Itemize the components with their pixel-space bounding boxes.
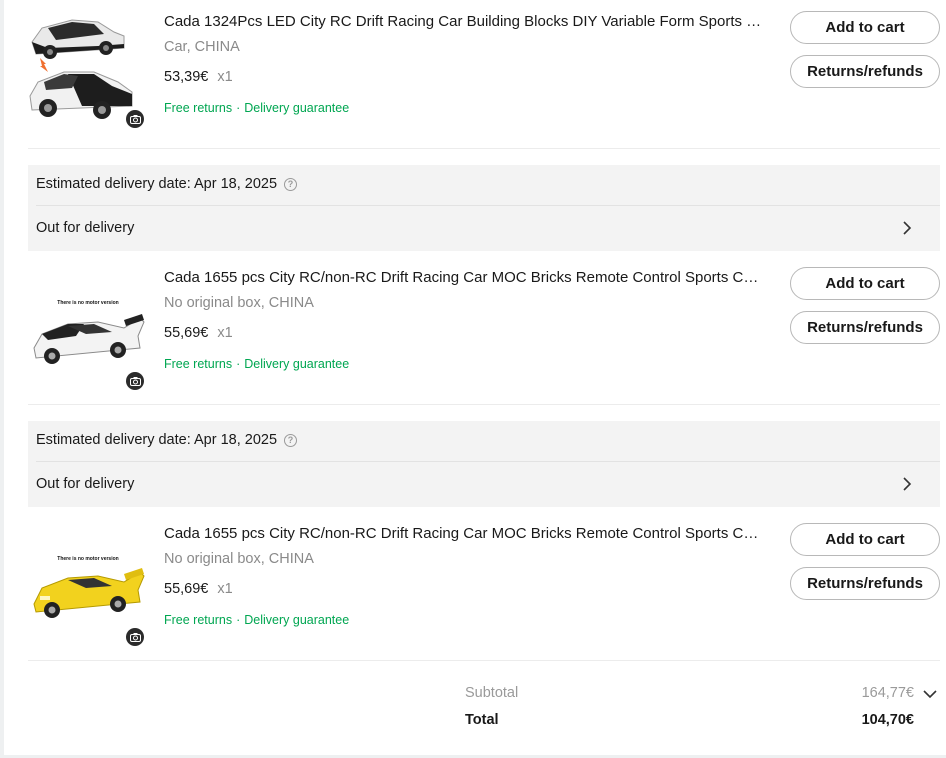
free-returns-label: Free returns <box>164 357 233 371</box>
add-to-cart-button[interactable]: Add to cart <box>790 11 940 44</box>
product-quantity: x1 <box>217 69 233 85</box>
left-rail <box>0 0 4 758</box>
perks: Free returns · Delivery guarantee <box>164 101 349 115</box>
add-to-cart-button[interactable]: Add to cart <box>790 523 940 556</box>
product-quantity: x1 <box>217 581 233 597</box>
returns-refunds-button[interactable]: Returns/refunds <box>790 55 940 88</box>
subtotal-label: Subtotal <box>465 685 519 701</box>
product-thumbnail[interactable]: There is no motor version <box>28 262 148 390</box>
delivery-separator <box>36 461 940 462</box>
estimated-delivery-label: Estimated delivery date: Apr 18, 2025 <box>36 176 278 192</box>
total-value: 104,70€ <box>861 712 914 728</box>
product-price: 55,69€ <box>164 581 209 597</box>
product-title[interactable]: Cada 1655 pcs City RC/non-RC Drift Racin… <box>164 525 764 542</box>
product-variant: Car, CHINA <box>164 39 240 55</box>
total-label: Total <box>465 712 499 728</box>
chevron-right-icon[interactable] <box>900 219 914 237</box>
perk-separator: · <box>236 357 241 371</box>
add-to-cart-button[interactable]: Add to cart <box>790 267 940 300</box>
returns-refunds-button[interactable]: Returns/refunds <box>790 311 940 344</box>
perk-separator: · <box>236 613 241 627</box>
thumbnail-caption: There is no motor version <box>57 300 118 306</box>
price-row: 55,69€ x1 <box>164 325 233 341</box>
order-summary: Subtotal 164,77€ Total 104,70€ <box>465 684 940 744</box>
order-item: Cada 1324Pcs LED City RC Drift Racing Ca… <box>28 0 940 140</box>
product-thumbnail[interactable]: There is no motor version <box>28 518 148 646</box>
delivery-status[interactable]: Out for delivery <box>36 220 134 236</box>
product-price: 53,39€ <box>164 69 209 85</box>
camera-icon[interactable] <box>126 110 144 128</box>
estimated-delivery: Estimated delivery date: Apr 18, 2025 ? <box>36 432 298 448</box>
thumbnail-caption: There is no motor version <box>57 556 118 562</box>
chevron-right-icon[interactable] <box>900 475 914 493</box>
delivery-guarantee-label: Delivery guarantee <box>244 357 350 371</box>
perks: Free returns · Delivery guarantee <box>164 613 349 627</box>
white-sports-car-image: There is no motor version <box>33 300 145 364</box>
perks: Free returns · Delivery guarantee <box>164 357 349 371</box>
help-icon[interactable]: ? <box>284 433 298 447</box>
camera-icon[interactable] <box>126 372 144 390</box>
delivery-separator <box>36 205 940 206</box>
product-title[interactable]: Cada 1655 pcs City RC/non-RC Drift Racin… <box>164 269 764 286</box>
product-quantity: x1 <box>217 325 233 341</box>
help-icon[interactable]: ? <box>284 177 298 191</box>
divider <box>28 660 940 661</box>
delivery-info: Estimated delivery date: Apr 18, 2025 ? … <box>28 421 940 507</box>
camera-icon[interactable] <box>126 628 144 646</box>
order-item: There is no motor version Cada 1655 pcs … <box>28 512 940 652</box>
subtotal-value: 164,77€ <box>861 685 914 701</box>
divider <box>28 148 940 149</box>
product-variant: No original box, CHINA <box>164 551 314 567</box>
product-variant: No original box, CHINA <box>164 295 314 311</box>
product-thumbnail[interactable] <box>28 6 148 128</box>
returns-refunds-button[interactable]: Returns/refunds <box>790 567 940 600</box>
estimated-delivery-label: Estimated delivery date: Apr 18, 2025 <box>36 432 278 448</box>
estimated-delivery: Estimated delivery date: Apr 18, 2025 ? <box>36 176 298 192</box>
chevron-down-icon[interactable] <box>922 687 938 701</box>
order-item: There is no motor version Cada 1655 pcs … <box>28 256 940 396</box>
delivery-guarantee-label: Delivery guarantee <box>244 613 350 627</box>
price-row: 53,39€ x1 <box>164 69 233 85</box>
delivery-status[interactable]: Out for delivery <box>36 476 134 492</box>
white-black-drift-car-image <box>29 19 133 119</box>
yellow-sports-car-image: There is no motor version <box>33 556 145 618</box>
delivery-info: Estimated delivery date: Apr 18, 2025 ? … <box>28 165 940 251</box>
free-returns-label: Free returns <box>164 613 233 627</box>
price-row: 55,69€ x1 <box>164 581 233 597</box>
delivery-guarantee-label: Delivery guarantee <box>244 101 350 115</box>
product-price: 55,69€ <box>164 325 209 341</box>
product-title[interactable]: Cada 1324Pcs LED City RC Drift Racing Ca… <box>164 13 764 30</box>
perk-separator: · <box>236 101 241 115</box>
divider <box>28 404 940 405</box>
free-returns-label: Free returns <box>164 101 233 115</box>
